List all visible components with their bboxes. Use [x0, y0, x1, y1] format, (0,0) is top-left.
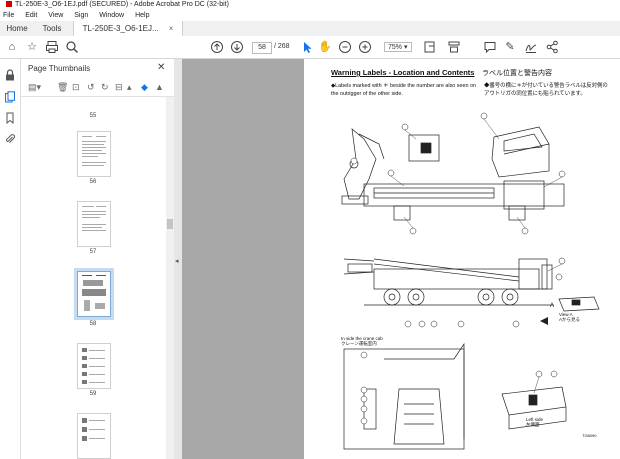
rotate-left-icon[interactable]: ↺ — [87, 82, 95, 93]
thumb-large-icon[interactable]: ▲ — [155, 82, 164, 92]
comment-icon[interactable] — [483, 40, 497, 54]
zoom-value: 75% — [388, 44, 403, 51]
collapse-arrow-icon[interactable]: ◂ — [175, 257, 179, 265]
tab-tools[interactable]: Tools — [34, 21, 70, 36]
thumb-small-icon[interactable]: ▴ — [127, 82, 132, 93]
view-label-japanese: Aから見る — [559, 317, 581, 322]
bookmarks-icon[interactable] — [4, 112, 16, 125]
share-icon[interactable] — [545, 40, 559, 54]
thumbnail-list: 55 56 57 58 59 — [21, 97, 166, 459]
panel-title: Page Thumbnails — [28, 64, 91, 73]
menu-bar: File Edit View Sign Window Help — [0, 10, 620, 21]
title-bar: TL-250E-3_O6-1EJ.pdf (SECURED) - Adobe A… — [0, 0, 620, 10]
pen-icon[interactable]: ✎ — [503, 40, 517, 54]
menu-edit[interactable]: Edit — [25, 10, 37, 21]
fit-page-icon[interactable] — [423, 40, 437, 54]
zoom-in-icon[interactable] — [358, 40, 372, 54]
menu-help[interactable]: Help — [135, 10, 149, 21]
previous-page-icon[interactable] — [210, 40, 224, 54]
figure-code: TG8090 — [582, 433, 597, 438]
panel-splitter[interactable]: ◂ — [174, 59, 182, 459]
zoom-out-icon[interactable] — [338, 40, 352, 54]
delete-page-icon[interactable]: 🗑 — [57, 82, 68, 93]
next-page-icon[interactable] — [230, 40, 244, 54]
lock-icon[interactable] — [4, 69, 16, 81]
thumbnail-page[interactable] — [77, 131, 111, 177]
page-number-input[interactable]: 58 — [252, 42, 272, 54]
window-title: TL-250E-3_O6-1EJ.pdf (SECURED) - Adobe A… — [15, 1, 229, 8]
left-label-japanese: 左側面 — [526, 422, 540, 427]
rotate-right-icon[interactable]: ↻ — [101, 82, 109, 93]
thumbnail-options-icon[interactable]: ▤▾ — [28, 82, 41, 93]
tab-document-label: TL-250E-3_O6-1EJ... — [82, 24, 159, 33]
print-icon[interactable] — [45, 40, 59, 54]
sign-icon[interactable] — [524, 40, 538, 54]
menu-window[interactable]: Window — [99, 10, 124, 21]
menu-view[interactable]: View — [48, 10, 63, 21]
close-icon[interactable]: × — [169, 24, 174, 33]
insert-page-icon[interactable]: ⊟ — [115, 82, 123, 93]
scrollbar-thumb[interactable] — [167, 219, 173, 229]
extract-page-icon[interactable]: ⊡ — [72, 82, 80, 93]
scroll-mode-icon[interactable] — [447, 40, 461, 54]
page-marker-icon[interactable]: ◆ — [141, 82, 148, 93]
thumbnail-label: 57 — [89, 249, 97, 255]
tab-home[interactable]: Home — [0, 21, 34, 36]
cab-label-japanese: クレーン運転室内 — [341, 341, 377, 346]
search-zoom-icon[interactable] — [65, 40, 79, 54]
attachments-icon[interactable] — [4, 133, 16, 145]
thumbnails-panel: Page Thumbnails ✕ ▤▾ 🗑 ⊡ ↺ ↻ ⊟ ▴ ◆ ▲ 55 … — [21, 59, 175, 459]
tab-bar: Home Tools TL-250E-3_O6-1EJ... × — [0, 21, 620, 37]
menu-sign[interactable]: Sign — [74, 10, 88, 21]
left-rail — [0, 59, 21, 459]
select-cursor-icon[interactable] — [300, 40, 314, 54]
main-toolbar: ⌂ ☆ 58 / 268 ✋ 75% ▾ ✎ — [0, 36, 620, 59]
document-viewer[interactable]: Warning Labels - Location and Contents ラ… — [182, 59, 620, 459]
pdf-page: Warning Labels - Location and Contents ラ… — [304, 59, 620, 459]
menu-file[interactable]: File — [3, 10, 14, 21]
thumbnail-page[interactable] — [77, 343, 111, 389]
pdf-app-icon — [6, 1, 12, 7]
thumbnail-label: 59 — [89, 391, 97, 397]
close-icon[interactable]: ✕ — [157, 62, 165, 73]
thumbnail-page[interactable] — [77, 201, 111, 247]
thumbnail-page[interactable] — [77, 413, 111, 459]
thumbnail-label: 55 — [89, 113, 97, 119]
bookmark-star-icon[interactable]: ☆ — [25, 40, 39, 54]
tab-document[interactable]: TL-250E-3_O6-1EJ... × — [73, 21, 183, 36]
page-total: / 268 — [274, 43, 290, 50]
thumbnail-page-selected[interactable] — [77, 271, 111, 317]
crane-diagram — [341, 112, 600, 450]
panel-toolbar: ▤▾ 🗑 ⊡ ↺ ↻ ⊟ ▴ ◆ ▲ — [21, 79, 174, 97]
thumbnail-label: 56 — [89, 179, 97, 185]
marker-a: A — [550, 303, 555, 309]
home-icon[interactable]: ⌂ — [5, 40, 19, 54]
hand-tool-icon[interactable]: ✋ — [318, 40, 332, 54]
page-thumbnails-icon[interactable] — [4, 91, 16, 103]
thumbnail-scrollbar[interactable] — [166, 97, 174, 459]
thumbnail-label: 58 — [89, 321, 97, 327]
zoom-level-select[interactable]: 75% ▾ — [384, 42, 412, 52]
